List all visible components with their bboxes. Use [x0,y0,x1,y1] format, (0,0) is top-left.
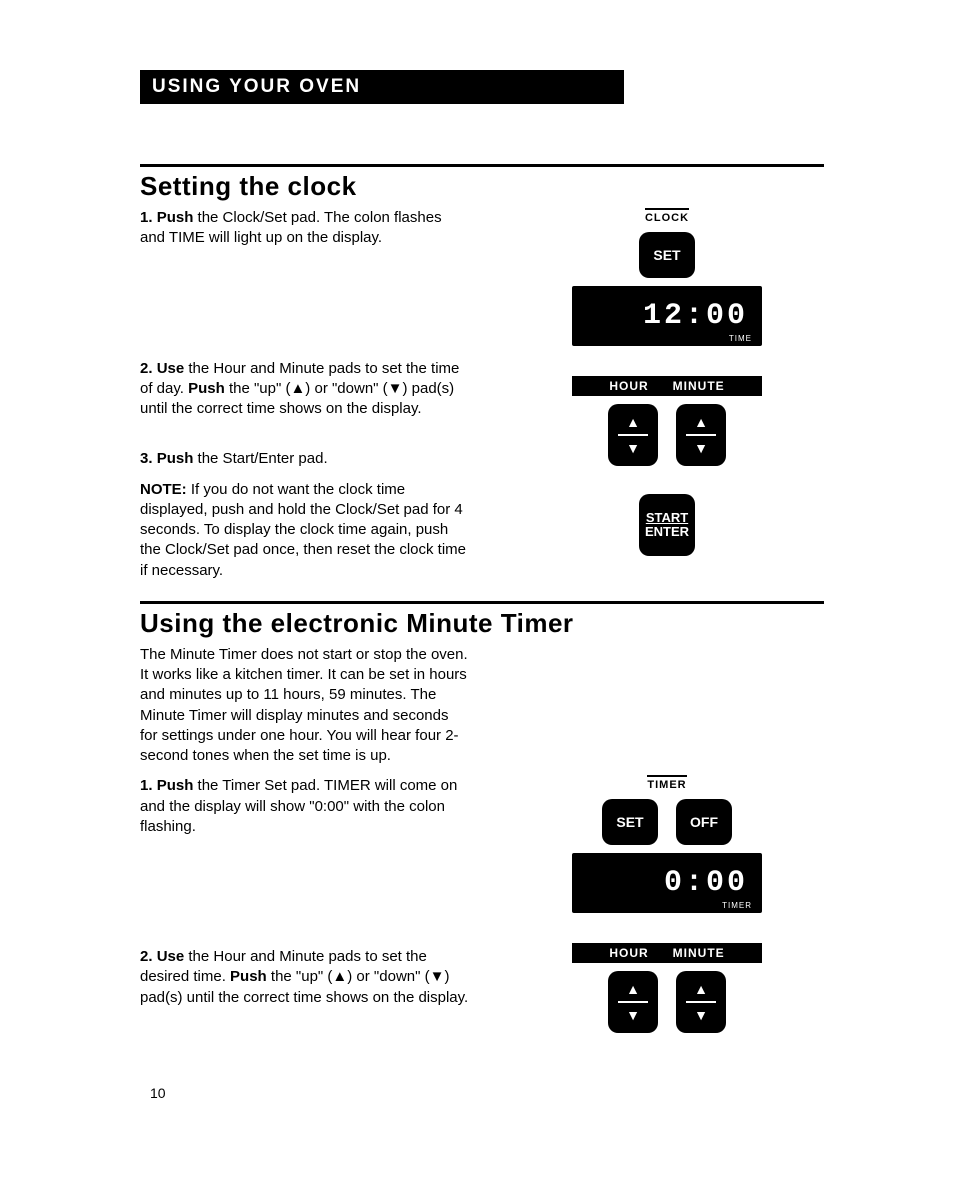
section1-text: 1. Push the Clock/Set pad. The colon fla… [140,208,470,591]
section1-illustration: CLOCK SET 12:00 TIME HOUR MINUTE ▲ ▼ [510,208,824,591]
heading-minute-timer: Using the electronic Minute Timer [140,608,824,639]
rule [140,601,824,604]
arrow-buttons: ▲ ▼ ▲ ▼ [608,404,726,466]
lcd-sublabel: TIME [729,334,752,343]
hour-label: HOUR [609,946,648,960]
note: NOTE: If you do not want the clock time … [140,480,470,581]
hour-minute-group: HOUR MINUTE ▲ ▼ ▲ ▼ [572,376,762,556]
step-verb: Use [157,948,185,965]
hour-minute-bar: HOUR MINUTE [572,376,762,396]
step-number: 2. [140,948,153,965]
step: 1. Push the Timer Set pad. TIMER will co… [140,776,470,837]
up-arrow-icon: ▲ [694,414,708,430]
timer-off-button: OFF [676,799,732,845]
intro-paragraph: The Minute Timer does not start or stop … [140,645,470,767]
hour-minute-bar: HOUR MINUTE [572,943,762,963]
set-button: SET [639,232,695,278]
step-verb: Push [157,450,194,467]
arrow-buttons: ▲ ▼ ▲ ▼ [608,971,726,1033]
up-arrow-icon: ▲ [694,981,708,997]
timer-set-button: SET [602,799,658,845]
step-number: 2. [140,360,153,377]
start-enter-button: START ENTER [639,494,695,556]
note-label: NOTE: [140,481,187,498]
clock-label: CLOCK [645,208,689,224]
timer-buttons: SET OFF [602,799,732,845]
down-arrow-icon: ▼ [626,440,640,456]
step: 2. Use the Hour and Minute pads to set t… [140,947,470,1008]
section-header-bar: USING YOUR OVEN [140,70,624,104]
up-arrow-icon: ▲ [626,414,640,430]
start-label: START [645,511,689,525]
minute-up-down-button: ▲ ▼ [676,404,726,466]
timer-label: TIMER [647,775,686,791]
note-text: If you do not want the clock time displa… [140,481,466,579]
step-verb: Push [157,209,194,226]
lcd-display: 0:00 TIMER [572,853,762,913]
step: 1. Push the Clock/Set pad. The colon fla… [140,208,470,249]
manual-page: USING YOUR OVEN Setting the clock 1. Pus… [0,0,954,1201]
timer-set-group: TIMER SET OFF 0:00 TIMER [572,775,762,913]
down-arrow-icon: ▼ [694,1007,708,1023]
hour-up-down-button: ▲ ▼ [608,971,658,1033]
section2-text: The Minute Timer does not start or stop … [140,645,470,1033]
minute-label: MINUTE [673,379,725,393]
lcd-value: 0:00 [664,866,748,900]
clock-set-group: CLOCK SET 12:00 TIME [572,208,762,346]
step-verb: Push [230,968,267,985]
step-number: 3. [140,450,153,467]
step-verb: Push [157,777,194,794]
section2-cols: The Minute Timer does not start or stop … [140,645,824,1033]
up-arrow-icon: ▲ [626,981,640,997]
rule [140,164,824,167]
minute-up-down-button: ▲ ▼ [676,971,726,1033]
lcd-display: 12:00 TIME [572,286,762,346]
step-verb: Push [188,380,225,397]
hour-up-down-button: ▲ ▼ [608,404,658,466]
heading-setting-clock: Setting the clock [140,171,824,202]
step-number: 1. [140,777,153,794]
step: 3. Push the Start/Enter pad. [140,449,470,469]
down-arrow-icon: ▼ [694,440,708,456]
step-number: 1. [140,209,153,226]
lcd-value: 12:00 [643,299,748,333]
hour-label: HOUR [609,379,648,393]
enter-label: ENTER [645,525,689,539]
step-text: the Start/Enter pad. [193,450,327,467]
hour-minute-group: HOUR MINUTE ▲ ▼ ▲ ▼ [572,943,762,1033]
page-number: 10 [150,1085,166,1101]
minute-label: MINUTE [673,946,725,960]
section2-illustration: TIMER SET OFF 0:00 TIMER HOUR MINUTE [510,645,824,1033]
lcd-sublabel: TIMER [722,901,752,910]
down-arrow-icon: ▼ [626,1007,640,1023]
section1-cols: 1. Push the Clock/Set pad. The colon fla… [140,208,824,591]
step-verb: Use [157,360,185,377]
step: 2. Use the Hour and Minute pads to set t… [140,359,470,420]
